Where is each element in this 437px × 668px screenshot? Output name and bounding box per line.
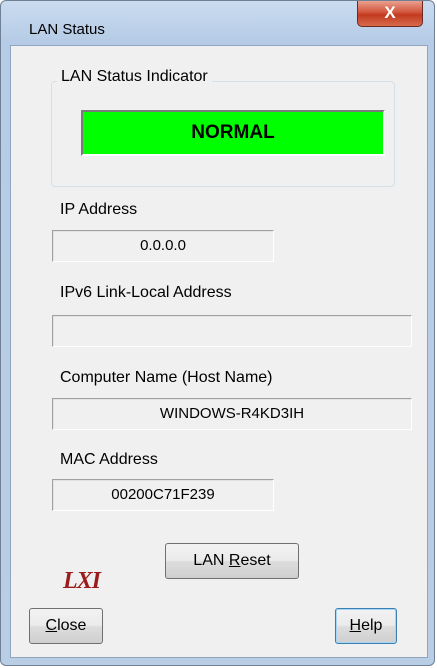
- help-label-rest: elp: [361, 617, 383, 634]
- ip-address-label: IP Address: [60, 201, 138, 218]
- ipv6-address-label: IPv6 Link-Local Address: [60, 284, 232, 301]
- window-close-icon[interactable]: X: [357, 1, 423, 27]
- help-button[interactable]: Help: [335, 608, 397, 644]
- lan-reset-button[interactable]: LAN Reset: [165, 543, 299, 579]
- host-name-label: Computer Name (Host Name): [60, 369, 273, 386]
- dialog-client-area: LAN Status Indicator NORMAL IP Address 0…: [10, 45, 428, 658]
- title-bar[interactable]: LAN Status X: [1, 1, 434, 45]
- close-mnemonic: C: [45, 617, 58, 634]
- status-indicator-group-label: LAN Status Indicator: [57, 68, 212, 86]
- ipv6-address-field: [52, 315, 412, 347]
- lan-reset-mnemonic: R: [228, 552, 241, 569]
- mac-address-field: 00200C71F239: [52, 479, 274, 511]
- lan-reset-label-rest: eset: [240, 552, 271, 569]
- lan-reset-label-prefix: LAN: [193, 552, 229, 569]
- mac-address-label: MAC Address: [60, 451, 158, 468]
- host-name-field: WINDOWS-R4KD3IH: [52, 398, 412, 430]
- help-mnemonic: H: [349, 617, 362, 634]
- close-button[interactable]: Close: [29, 608, 103, 644]
- lxi-logo: LXI: [63, 568, 101, 594]
- close-label-rest: lose: [57, 617, 87, 634]
- window-title: LAN Status: [29, 21, 105, 38]
- lan-status-indicator: NORMAL: [81, 110, 385, 156]
- lan-status-window: LAN Status X LAN Status Indicator NORMAL…: [0, 0, 435, 666]
- ip-address-field: 0.0.0.0: [52, 230, 274, 262]
